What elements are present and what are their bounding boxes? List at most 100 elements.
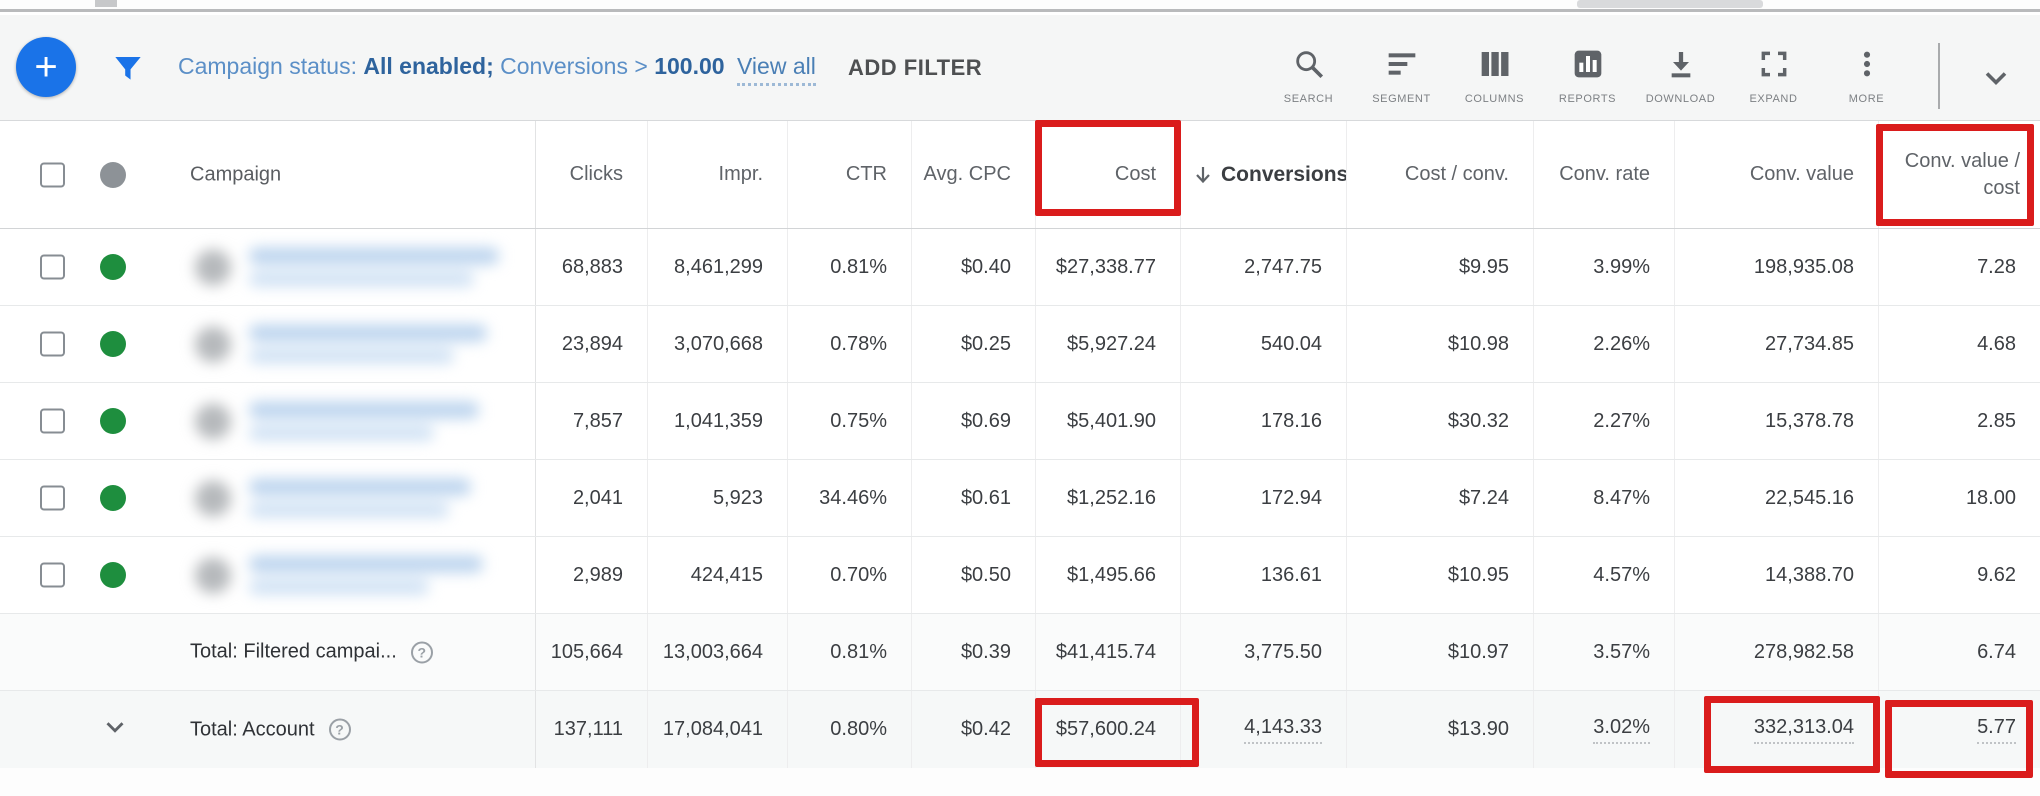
reports-icon: [1572, 43, 1604, 85]
conv-value-value: 27,734.85: [1674, 306, 1878, 382]
conv-value-value: 14,388.70: [1674, 537, 1878, 613]
view-all-link[interactable]: View all: [737, 53, 816, 86]
sort-descending-icon: [1191, 163, 1215, 187]
ctr-value: 0.78%: [787, 306, 911, 382]
column-header-cost-per-conv[interactable]: Cost / conv.: [1346, 121, 1533, 228]
conversions-total: 3,775.50: [1180, 614, 1346, 690]
column-header-avg-cpc[interactable]: Avg. CPC: [911, 121, 1035, 228]
status-enabled-icon: [100, 562, 126, 588]
more-icon: [1851, 43, 1883, 85]
total-filtered-label: Total: Filtered campai...: [190, 641, 397, 664]
column-header-ctr[interactable]: CTR: [787, 121, 911, 228]
clicks-total: 105,664: [535, 614, 647, 690]
download-button[interactable]: DOWNLOAD: [1634, 43, 1727, 105]
campaign-name-redacted: [195, 402, 479, 441]
impr-total: 17,084,041: [647, 691, 787, 768]
collapse-toolbar-button[interactable]: [1978, 60, 2014, 101]
conv-value-value: 198,935.08: [1674, 229, 1878, 305]
avg-cpc-value: $0.61: [911, 460, 1035, 536]
reports-button[interactable]: REPORTS: [1541, 43, 1634, 105]
campaign-cell[interactable]: [0, 229, 535, 305]
impr-value: 8,461,299: [647, 229, 787, 305]
impr-value: 1,041,359: [647, 383, 787, 459]
add-filter-button[interactable]: ADD FILTER: [848, 55, 982, 81]
column-header-conversions[interactable]: Conversions: [1180, 121, 1346, 228]
toolbar-divider: [1938, 43, 1940, 109]
filter-campaign-status-label: Campaign status:: [178, 53, 363, 79]
cost-value: $1,495.66: [1035, 537, 1180, 613]
conv-value-per-cost-value: 2.85: [1878, 383, 2040, 459]
ctr-value: 34.46%: [787, 460, 911, 536]
ctr-total: 0.80%: [787, 691, 911, 768]
applied-filters-text[interactable]: Campaign status: All enabled; Conversion…: [178, 53, 725, 80]
plus-icon: +: [34, 45, 57, 90]
status-dot-header-icon[interactable]: [100, 162, 126, 188]
campaign-name-redacted: [195, 248, 499, 287]
column-header-conv-value[interactable]: Conv. value: [1674, 121, 1878, 228]
clicks-value: 2,989: [535, 537, 647, 613]
clicks-total: 137,111: [535, 691, 647, 768]
conv-value-per-cost-value: 9.62: [1878, 537, 2040, 613]
column-header-conv-rate[interactable]: Conv. rate: [1533, 121, 1674, 228]
table-row: 2,041 5,923 34.46% $0.61 $1,252.16 172.9…: [0, 460, 2040, 537]
avg-cpc-total: $0.42: [911, 691, 1035, 768]
table-row: 7,857 1,041,359 0.75% $0.69 $5,401.90 17…: [0, 383, 2040, 460]
annotation-box-cost-total: [1035, 698, 1199, 767]
column-header-campaign[interactable]: Campaign: [190, 163, 281, 186]
google-ads-campaigns-screen: + Campaign status: All enabled; Conversi…: [0, 0, 2040, 796]
download-icon: [1665, 43, 1697, 85]
avg-cpc-total: $0.39: [911, 614, 1035, 690]
expand-button[interactable]: EXPAND: [1727, 43, 1820, 105]
avg-cpc-value: $0.40: [911, 229, 1035, 305]
row-checkbox[interactable]: [40, 486, 65, 511]
avg-cpc-value: $0.50: [911, 537, 1035, 613]
ctr-value: 0.75%: [787, 383, 911, 459]
row-checkbox[interactable]: [40, 409, 65, 434]
campaign-name-redacted: [195, 556, 483, 595]
filter-funnel-icon[interactable]: [112, 53, 144, 90]
cost-per-conv-value: $30.32: [1346, 383, 1533, 459]
conv-rate-total: 3.57%: [1533, 614, 1674, 690]
status-enabled-icon: [100, 485, 126, 511]
avg-cpc-value: $0.25: [911, 306, 1035, 382]
table-row: 68,883 8,461,299 0.81% $0.40 $27,338.77 …: [0, 229, 2040, 306]
conversions-value: 136.61: [1180, 537, 1346, 613]
row-checkbox[interactable]: [40, 332, 65, 357]
cost-value: $5,401.90: [1035, 383, 1180, 459]
column-header-impr[interactable]: Impr.: [647, 121, 787, 228]
help-icon[interactable]: ?: [329, 719, 351, 741]
campaign-cell[interactable]: [0, 460, 535, 536]
impr-value: 424,415: [647, 537, 787, 613]
campaign-cell[interactable]: [0, 306, 535, 382]
select-all-checkbox[interactable]: [40, 162, 65, 187]
row-checkbox[interactable]: [40, 255, 65, 280]
help-icon[interactable]: ?: [411, 641, 433, 663]
column-header-clicks[interactable]: Clicks: [535, 121, 647, 228]
status-enabled-icon: [100, 254, 126, 280]
campaign-cell[interactable]: [0, 537, 535, 613]
cost-per-conv-value: $7.24: [1346, 460, 1533, 536]
more-button[interactable]: MORE: [1820, 43, 1913, 105]
table-header-row: Campaign Clicks Impr. CTR Avg. CPC Cost …: [0, 121, 2040, 229]
search-icon: [1292, 43, 1326, 85]
filter-conversions-label: Conversions >: [500, 53, 654, 79]
campaign-header-cell: Campaign: [0, 121, 535, 228]
filter-conversions-value: 100.00: [654, 53, 724, 79]
total-account-label: Total: Account: [190, 718, 315, 741]
clicks-value: 2,041: [535, 460, 647, 536]
campaign-cell[interactable]: [0, 383, 535, 459]
conv-value-value: 15,378.78: [1674, 383, 1878, 459]
avg-cpc-value: $0.69: [911, 383, 1035, 459]
top-fragment: [95, 0, 117, 7]
cost-per-conv-total: $13.90: [1346, 691, 1533, 768]
columns-button[interactable]: COLUMNS: [1448, 43, 1541, 105]
conv-rate-value: 3.99%: [1533, 229, 1674, 305]
clicks-value: 23,894: [535, 306, 647, 382]
conversions-value: 540.04: [1180, 306, 1346, 382]
row-checkbox[interactable]: [40, 563, 65, 588]
segment-button[interactable]: SEGMENT: [1355, 43, 1448, 105]
add-campaign-button[interactable]: +: [16, 37, 76, 97]
expand-row-chevron-icon[interactable]: [100, 712, 130, 748]
search-button[interactable]: SEARCH: [1262, 43, 1355, 105]
conv-value-value: 22,545.16: [1674, 460, 1878, 536]
